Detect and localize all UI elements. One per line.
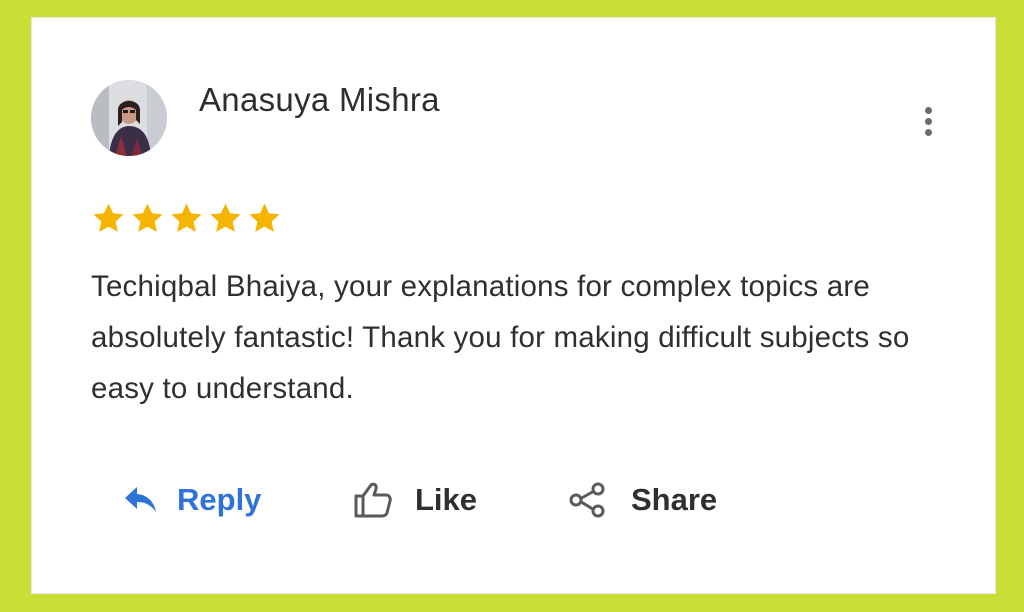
more-vertical-icon [925,107,932,114]
avatar-photo [91,80,167,156]
review-text: Techiqbal Bhaiya, your explanations for … [91,270,910,405]
share-button[interactable]: Share [568,475,717,525]
author-name: Anasuya Mishra [199,81,440,118]
more-options-button[interactable] [916,104,940,140]
thumbs-up-icon [354,482,392,518]
star-icon [249,203,280,232]
star-icon [171,203,202,232]
like-button[interactable]: Like [353,475,477,525]
more-vertical-icon [925,118,932,125]
star-icon [210,203,241,232]
review-card: Anasuya Mishra Techiqbal Bhaiya, your ex… [31,17,996,594]
share-label: Share [631,482,718,517]
star-rating [91,201,282,241]
reply-label: Reply [177,482,262,517]
reply-button[interactable]: Reply [123,475,261,525]
avatar[interactable] [91,80,167,156]
star-icon [93,203,124,232]
share-icon [569,482,605,518]
star-icon [132,203,163,232]
more-vertical-icon [925,129,932,136]
like-label: Like [415,482,478,517]
reply-arrow-icon [125,487,156,512]
